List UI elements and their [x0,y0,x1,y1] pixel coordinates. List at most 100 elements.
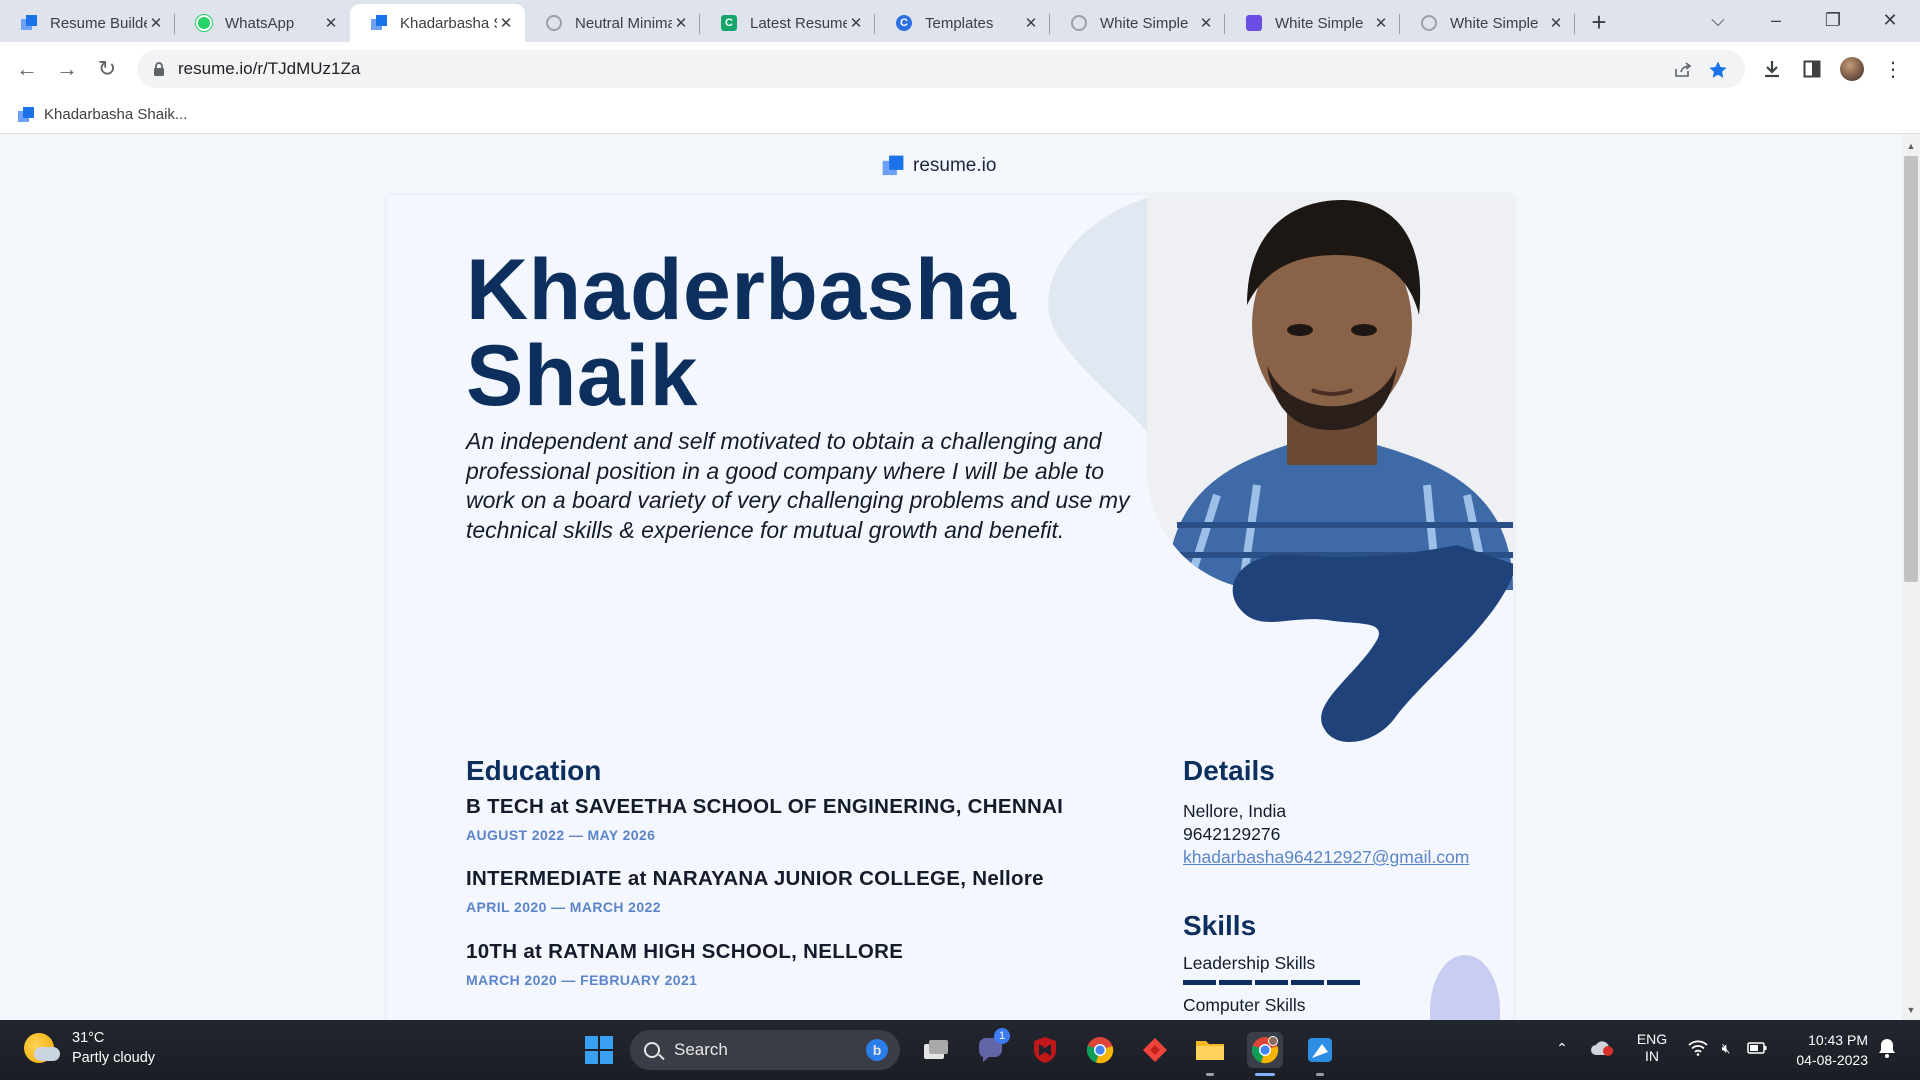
profile-photo [1147,195,1513,590]
profile-avatar[interactable] [1837,54,1867,84]
resume-io-icon [882,155,904,177]
skill-name: Leadership Skills [1183,953,1316,973]
details-phone: 9642129276 [1183,824,1281,844]
paint-app-icon[interactable] [1302,1032,1338,1068]
side-panel-icon[interactable] [1797,54,1827,84]
tab-title: WhatsApp [225,14,295,32]
windows-start-icon[interactable] [581,1032,617,1068]
wifi-icon[interactable] [1686,1034,1710,1062]
close-icon[interactable]: ✕ [1547,14,1565,32]
close-icon[interactable]: ✕ [847,14,865,32]
notifications-icon[interactable] [1874,1034,1900,1062]
bing-icon[interactable]: b [866,1039,888,1061]
chrome-icon[interactable] [1082,1032,1118,1068]
tab-title: Templates [925,14,994,32]
tab-white-simple-2[interactable]: White Simple ✕ [1225,4,1400,42]
close-icon[interactable]: ✕ [322,14,340,32]
mcafee-icon[interactable] [1027,1032,1063,1068]
download-icon[interactable] [1757,54,1787,84]
lang-line2: IN [1645,1048,1659,1064]
bookmark-khadarbasha[interactable]: Khadarbasha Shaik... [18,106,187,123]
details-email-link[interactable]: khadarbasha964212927@gmail.com [1183,846,1469,869]
tab-white-simple-3[interactable]: White Simple ✕ [1400,4,1575,42]
education-entry: 10TH at RATNAM HIGH SCHOOL, NELLORE MARC… [466,940,903,988]
education-entry: B TECH at SAVEETHA SCHOOL OF ENGINERING,… [466,795,1063,843]
volume-muted-icon[interactable]: 🔇︎ [1714,1034,1738,1062]
tab-neutral-minimalist[interactable]: Neutral Minimalist ✕ [525,4,700,42]
new-tab-button[interactable]: + [1581,4,1617,40]
close-window-button[interactable]: ✕ [1862,0,1918,40]
chrome-active-icon[interactable] [1247,1032,1283,1068]
skill-level-bar [1183,980,1360,985]
close-icon[interactable]: ✕ [1022,14,1040,32]
address-bar[interactable]: resume.io/r/TJdMUz1Za [137,50,1745,88]
tab-white-simple-1[interactable]: White Simple ✕ [1050,4,1225,42]
bookmark-star-icon[interactable] [1707,59,1729,81]
restore-button[interactable]: ❐ [1805,0,1861,40]
bookmarks-bar: Khadarbasha Shaik... [0,96,1920,134]
task-view-icon[interactable] [918,1032,954,1068]
tab-khadarbasha-shaik[interactable]: Khadarbasha Shaik ✕ [350,4,525,42]
bookmark-label: Khadarbasha Shaik... [44,106,188,123]
partly-cloudy-icon [24,1033,60,1063]
running-app-indicator [1206,1073,1214,1076]
teams-chat-icon[interactable]: 1 [972,1028,1010,1068]
tab-whatsapp[interactable]: WhatsApp ✕ [175,4,350,42]
close-icon[interactable]: ✕ [1372,14,1390,32]
tab-strip: Resume Builder ✕ WhatsApp ✕ Khadarbasha … [0,0,1920,42]
url-text[interactable]: resume.io/r/TJdMUz1Za [178,59,360,79]
details-heading: Details [1183,755,1275,786]
battery-icon[interactable] [1744,1034,1770,1062]
weather-widget[interactable]: 31°C Partly cloudy [24,1028,155,1068]
tab-title: Neutral Minimalist [575,14,672,32]
tab-title: White Simple [1275,14,1364,32]
canva-icon: C [720,14,738,32]
running-app-indicator [1316,1073,1324,1076]
tab-latest-resume[interactable]: C Latest Resume ✕ [700,4,875,42]
globe-icon [545,14,563,32]
lock-icon[interactable] [150,61,168,77]
reload-icon[interactable]: ↻ [91,53,123,85]
tab-templates[interactable]: C Templates ✕ [875,4,1050,42]
clock-date: 04-08-2023 [1796,1052,1868,1068]
chevron-up-icon[interactable]: ⌃ [1550,1034,1574,1062]
browser-toolbar: ← → ↻ resume.io/r/TJdMUz1Za ⋮ [0,42,1920,96]
share-icon[interactable] [1672,59,1694,81]
close-icon[interactable]: ✕ [1197,14,1215,32]
education-dates: AUGUST 2022 — MAY 2026 [466,827,656,843]
tab-title: Khadarbasha Shaik [400,14,497,32]
scroll-up-icon[interactable]: ▲ [1902,138,1920,154]
decorative-blob-lavender [1430,955,1500,1020]
forward-icon[interactable]: → [51,53,83,85]
details-block: Nellore, India 9642129276 khadarbasha964… [1183,800,1469,869]
tab-title: White Simple [1450,14,1539,32]
resume-io-icon [370,14,388,32]
minimize-button[interactable]: – [1748,0,1804,40]
scrollbar-thumb[interactable] [1904,156,1918,582]
onedrive-icon[interactable] [1588,1034,1616,1062]
skill-name: Computer Skills [1183,995,1306,1015]
taskbar-search[interactable]: Search b [630,1030,900,1070]
tab-search-icon[interactable]: ⌵ [1690,0,1746,40]
menu-icon[interactable]: ⋮ [1878,54,1908,84]
education-entry: INTERMEDIATE at NARAYANA JUNIOR COLLEGE,… [466,867,1044,915]
weather-desc: Partly cloudy [72,1050,156,1066]
docs-icon [1245,14,1263,32]
resume-io-logo[interactable]: resume.io [882,155,997,177]
search-label: Search [674,1040,728,1059]
anydesk-icon[interactable] [1137,1032,1173,1068]
page-viewport: resume.io Khaderbasha Shaik An independe… [0,135,1902,1020]
scroll-down-icon[interactable]: ▼ [1902,1002,1920,1018]
close-icon[interactable]: ✕ [497,14,515,32]
tab-resume-builder[interactable]: Resume Builder ✕ [0,4,175,42]
decorative-blob-dark [1232,545,1513,742]
file-explorer-icon[interactable] [1192,1032,1228,1068]
back-icon[interactable]: ← [11,53,43,85]
close-icon[interactable]: ✕ [672,14,690,32]
close-icon[interactable]: ✕ [147,14,165,32]
system-clock[interactable]: 10:43 PM 04-08-2023 [1784,1030,1868,1070]
brand-name: resume.io [913,155,997,176]
last-name: Shaik [466,328,698,424]
language-indicator[interactable]: ENG IN [1630,1031,1674,1065]
resume-name: Khaderbasha Shaik [466,247,1016,419]
